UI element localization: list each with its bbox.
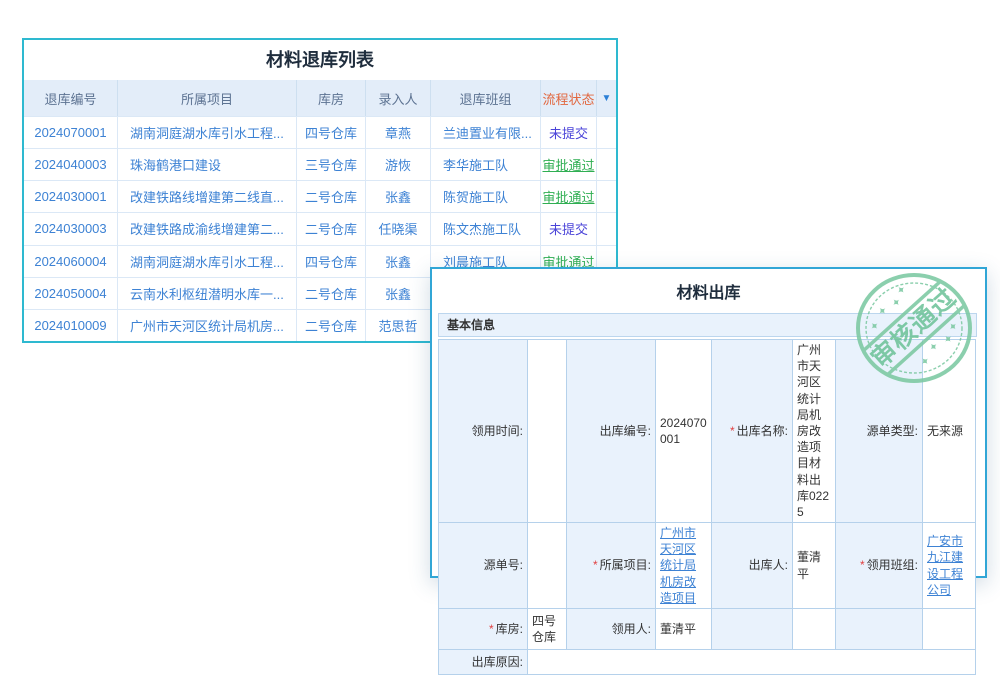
required-marker: * — [593, 558, 598, 572]
cell-return-id[interactable]: 2024040003 — [24, 149, 117, 180]
cell-project: 珠海鹤港口建设 — [117, 149, 296, 180]
table-row: 2024040003 珠海鹤港口建设 三号仓库 游恢 李华施工队 审批通过 — [24, 148, 616, 180]
required-marker: * — [860, 558, 865, 572]
cell-entry-person: 游恢 — [365, 149, 430, 180]
cell-return-id[interactable]: 2024060004 — [24, 246, 117, 277]
outbound-no-value: 2024070001 — [656, 340, 712, 523]
outbound-name-value: 广州市天河区统计局机房改造项目材料出库0225 — [793, 340, 836, 523]
source-type-label: 源单类型: — [836, 340, 923, 523]
cell-warehouse: 二号仓库 — [296, 310, 365, 341]
cell-entry-person: 张鑫 — [365, 278, 430, 309]
empty-label-cell — [712, 609, 793, 650]
cell-return-id[interactable]: 2024030001 — [24, 181, 117, 212]
cell-team: 陈贺施工队 — [430, 181, 540, 212]
cell-warehouse: 三号仓库 — [296, 149, 365, 180]
col-header-team: 退库班组 — [430, 80, 540, 116]
pickup-time-label: 领用时间: — [439, 340, 528, 523]
cell-project: 湖南洞庭湖水库引水工程... — [117, 117, 296, 148]
issuer-label: 出库人: — [712, 523, 793, 609]
project-link[interactable]: 广州市天河区统计局机房改造项目 — [660, 526, 696, 605]
col-header-project: 所属项目 — [117, 80, 296, 116]
form-row: 领用时间: 出库编号: 2024070001 *出库名称: 广州市天河区统计局机… — [439, 340, 976, 523]
source-type-value: 无来源 — [923, 340, 976, 523]
status-badge: 未提交 — [541, 219, 596, 238]
form-row: 出库原因: — [439, 650, 976, 675]
cell-return-id[interactable]: 2024050004 — [24, 278, 117, 309]
return-list-title: 材料退库列表 — [24, 40, 616, 80]
outbound-form-table: 领用时间: 出库编号: 2024070001 *出库名称: 广州市天河区统计局机… — [438, 339, 976, 675]
cell-entry-person: 章燕 — [365, 117, 430, 148]
cell-team: 兰迪置业有限... — [430, 117, 540, 148]
pickup-team-label: *领用班组: — [836, 523, 923, 609]
table-row: 2024030001 改建铁路线增建第二线直... 二号仓库 张鑫 陈贺施工队 … — [24, 180, 616, 212]
col-header-status[interactable]: 流程状态 — [540, 80, 596, 116]
cell-team: 李华施工队 — [430, 149, 540, 180]
cell-warehouse: 四号仓库 — [296, 246, 365, 277]
cell-team: 陈文杰施工队 — [430, 213, 540, 244]
receiver-value: 董清平 — [656, 609, 712, 650]
cell-warehouse: 四号仓库 — [296, 117, 365, 148]
table-row: 2024030003 改建铁路成渝线增建第二... 二号仓库 任晓渠 陈文杰施工… — [24, 212, 616, 244]
cell-project: 湖南洞庭湖水库引水工程... — [117, 246, 296, 277]
return-list-header-row: 退库编号 所属项目 库房 录入人 退库班组 流程状态 ▼ — [24, 80, 616, 116]
cell-warehouse: 二号仓库 — [296, 181, 365, 212]
source-no-label: 源单号: — [439, 523, 528, 609]
empty-value-cell — [793, 609, 836, 650]
warehouse-value: 四号仓库 — [528, 609, 567, 650]
cell-return-id[interactable]: 2024010009 — [24, 310, 117, 341]
outbound-title: 材料出库 — [432, 279, 985, 303]
warehouse-label: *库房: — [439, 609, 528, 650]
status-badge: 未提交 — [541, 123, 596, 142]
required-marker: * — [489, 622, 494, 636]
project-label: *所属项目: — [567, 523, 656, 609]
status-badge[interactable]: 审批通过 — [541, 155, 596, 174]
form-row: 源单号: *所属项目: 广州市天河区统计局机房改造项目 出库人: 董清平 *领用… — [439, 523, 976, 609]
outbound-name-label: *出库名称: — [712, 340, 793, 523]
empty-label-cell — [836, 609, 923, 650]
source-no-value — [528, 523, 567, 609]
required-marker: * — [730, 424, 735, 438]
table-row: 2024070001 湖南洞庭湖水库引水工程... 四号仓库 章燕 兰迪置业有限… — [24, 116, 616, 148]
cell-project: 改建铁路成渝线增建第二... — [117, 213, 296, 244]
status-filter-caret-icon[interactable]: ▼ — [596, 80, 616, 116]
form-row: *库房: 四号仓库 领用人: 董清平 — [439, 609, 976, 650]
cell-entry-person: 任晓渠 — [365, 213, 430, 244]
cell-warehouse: 二号仓库 — [296, 278, 365, 309]
col-header-return-id: 退库编号 — [24, 80, 117, 116]
cell-return-id[interactable]: 2024070001 — [24, 117, 117, 148]
col-header-warehouse: 库房 — [296, 80, 365, 116]
issuer-value: 董清平 — [793, 523, 836, 609]
receiver-label: 领用人: — [567, 609, 656, 650]
cell-project: 广州市天河区统计局机房... — [117, 310, 296, 341]
cell-entry-person: 范思哲 — [365, 310, 430, 341]
material-outbound-panel: 材料出库 基本信息 领用时间: 出库编号: 2024070001 *出库名称: … — [430, 267, 987, 578]
outbound-no-label: 出库编号: — [567, 340, 656, 523]
reason-value — [528, 650, 976, 675]
col-header-entry-person: 录入人 — [365, 80, 430, 116]
status-badge[interactable]: 审批通过 — [541, 187, 596, 206]
cell-entry-person: 张鑫 — [365, 246, 430, 277]
pickup-time-value — [528, 340, 567, 523]
cell-entry-person: 张鑫 — [365, 181, 430, 212]
cell-project: 改建铁路线增建第二线直... — [117, 181, 296, 212]
reason-label: 出库原因: — [439, 650, 528, 675]
cell-project: 云南水利枢纽潜明水库一... — [117, 278, 296, 309]
pickup-team-link[interactable]: 广安市九江建设工程公司 — [927, 534, 963, 597]
empty-value-cell — [923, 609, 976, 650]
cell-return-id[interactable]: 2024030003 — [24, 213, 117, 244]
cell-warehouse: 二号仓库 — [296, 213, 365, 244]
basic-info-section-header: 基本信息 — [438, 313, 977, 337]
